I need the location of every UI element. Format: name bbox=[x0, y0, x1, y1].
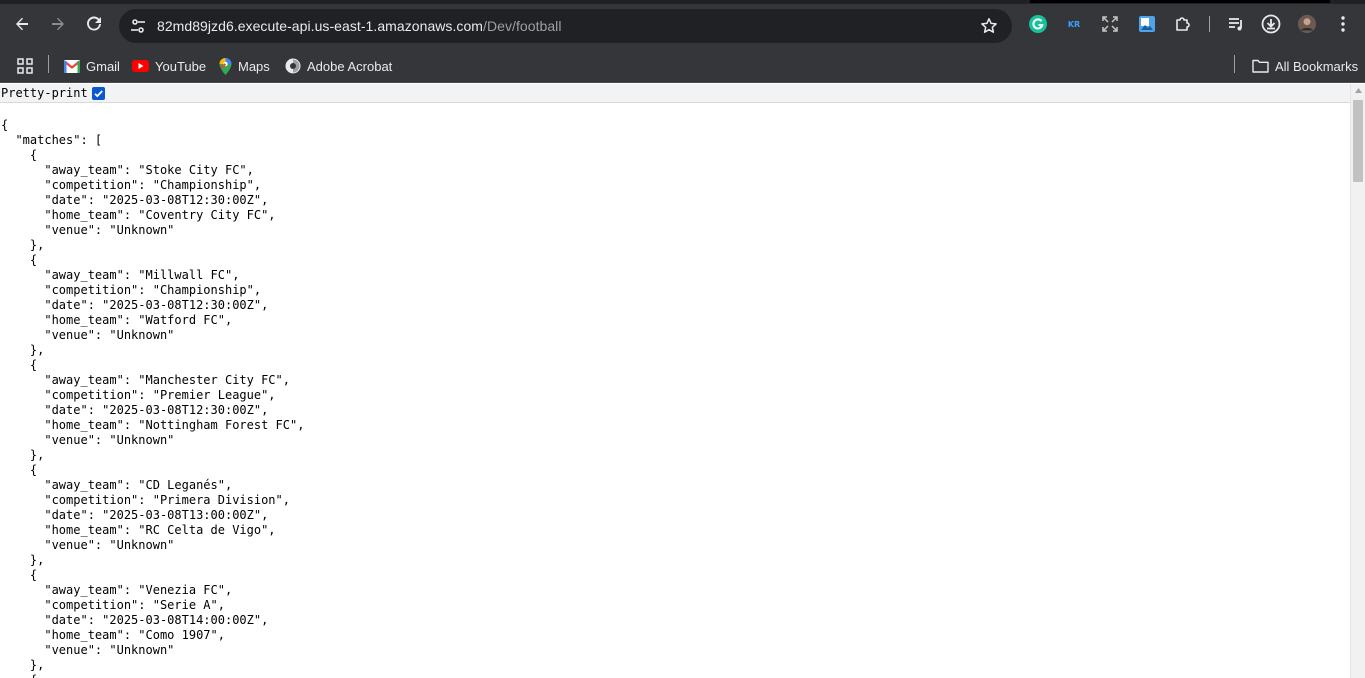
url-path: /Dev/football bbox=[483, 18, 562, 34]
pretty-print-bar: Pretty-print bbox=[0, 84, 1350, 103]
json-line: { bbox=[1, 118, 9, 132]
vertical-scrollbar[interactable] bbox=[1350, 84, 1365, 678]
pretty-print-checkbox[interactable] bbox=[91, 86, 105, 100]
all-bookmarks-label: All Bookmarks bbox=[1275, 58, 1359, 74]
json-line: "competition": "Primera Division", bbox=[1, 493, 290, 507]
grammarly-icon[interactable] bbox=[1028, 14, 1048, 34]
json-line: "away_team": "Millwall FC", bbox=[1, 268, 240, 282]
pretty-print-label: Pretty-print bbox=[1, 86, 88, 100]
youtube-icon bbox=[132, 60, 149, 72]
bookmark-label: YouTube bbox=[155, 58, 207, 74]
json-line: "venue": "Unknown" bbox=[1, 538, 175, 552]
puzzle-icon[interactable] bbox=[1173, 14, 1193, 34]
adobe-acrobat-icon bbox=[285, 58, 301, 74]
bookmarks-divider bbox=[48, 55, 49, 73]
apps-button[interactable] bbox=[16, 55, 34, 77]
json-line: }, bbox=[1, 238, 45, 252]
scroll-up-arrow-icon[interactable] bbox=[1355, 88, 1362, 93]
json-line: "home_team": "Coventry City FC", bbox=[1, 208, 276, 222]
bookmark-youtube[interactable]: YouTube bbox=[132, 55, 206, 77]
page-content: Pretty-print { "matches": [ { "away_team… bbox=[0, 84, 1350, 678]
json-line: }, bbox=[1, 448, 45, 462]
json-line: }, bbox=[1, 658, 45, 672]
bookmarks-divider-right bbox=[1234, 55, 1235, 73]
json-line: "venue": "Unknown" bbox=[1, 223, 175, 237]
apps-grid-icon bbox=[17, 58, 33, 74]
json-line: "venue": "Unknown" bbox=[1, 328, 175, 342]
json-line: { bbox=[1, 148, 38, 162]
json-line: { bbox=[1, 463, 38, 477]
json-line: }, bbox=[1, 343, 45, 357]
json-line: "away_team": "Manchester City FC", bbox=[1, 373, 290, 387]
json-line: "competition": "Championship", bbox=[1, 283, 262, 297]
reload-icon bbox=[87, 16, 101, 31]
folder-icon bbox=[1252, 59, 1269, 73]
arrow-left-icon bbox=[16, 17, 28, 31]
star-icon[interactable] bbox=[980, 17, 998, 40]
json-line: "competition": "Premier League", bbox=[1, 388, 276, 402]
arrow-right-icon bbox=[52, 17, 64, 31]
bookmark-label: Adobe Acrobat bbox=[307, 58, 393, 74]
kr-icon[interactable]: KR bbox=[1064, 14, 1084, 34]
back-button[interactable] bbox=[8, 10, 36, 38]
json-line: "home_team": "Nottingham Forest FC", bbox=[1, 418, 305, 432]
json-line: { bbox=[1, 358, 38, 372]
bookmark-adobe-acrobat[interactable]: Adobe Acrobat bbox=[285, 55, 392, 77]
bookmark-label: Gmail bbox=[86, 58, 120, 74]
bookmark-gmail[interactable]: Gmail bbox=[64, 55, 120, 77]
json-line: "date": "2025-03-08T12:30:00Z", bbox=[1, 298, 269, 312]
json-line: "competition": "Championship", bbox=[1, 178, 262, 192]
url-text[interactable]: 82md89jzd6.execute-api.us-east-1.amazona… bbox=[157, 18, 562, 34]
json-line: }, bbox=[1, 553, 45, 567]
toolbar-top-strip bbox=[0, 0, 1365, 4]
toolbar-divider bbox=[1209, 16, 1210, 32]
image-extension-icon[interactable] bbox=[1137, 14, 1157, 34]
browser-toolbar: 82md89jzd6.execute-api.us-east-1.amazona… bbox=[0, 0, 1365, 48]
json-line: { bbox=[1, 568, 38, 582]
bookmarks-bar: Gmail YouTube Maps Adobe Acrobat All Boo… bbox=[0, 48, 1365, 83]
json-line: "home_team": "Watford FC", bbox=[1, 313, 233, 327]
scrollbar-thumb[interactable] bbox=[1353, 100, 1363, 182]
forward-button[interactable] bbox=[44, 10, 72, 38]
reload-button[interactable] bbox=[80, 10, 108, 38]
all-bookmarks-button[interactable]: All Bookmarks bbox=[1252, 55, 1358, 77]
tune-icon[interactable] bbox=[129, 17, 147, 40]
checkmark-icon bbox=[94, 89, 103, 97]
avatar[interactable] bbox=[1297, 14, 1317, 34]
json-viewer: { "matches": [ { "away_team": "Stoke Cit… bbox=[1, 118, 304, 678]
active-tab-strip bbox=[1030, 0, 1330, 3]
bookmark-label: Maps bbox=[238, 58, 270, 74]
json-line: "away_team": "Stoke City FC", bbox=[1, 163, 254, 177]
json-line: "date": "2025-03-08T12:30:00Z", bbox=[1, 193, 269, 207]
json-line: "away_team": "Venezia FC", bbox=[1, 583, 233, 597]
json-line: "home_team": "Como 1907", bbox=[1, 628, 225, 642]
maps-icon bbox=[219, 57, 232, 75]
bookmark-maps[interactable]: Maps bbox=[219, 55, 270, 77]
gmail-icon bbox=[64, 59, 80, 73]
json-line: "matches": [ bbox=[1, 133, 103, 147]
json-line: { bbox=[1, 673, 304, 678]
json-line: "away_team": "CD Leganés", bbox=[1, 478, 233, 492]
url-host: 82md89jzd6.execute-api.us-east-1.amazona… bbox=[157, 18, 484, 34]
fullscreen-icon[interactable] bbox=[1100, 14, 1120, 34]
download-icon[interactable] bbox=[1261, 14, 1281, 34]
json-line: "date": "2025-03-08T14:00:00Z", bbox=[1, 613, 269, 627]
json-line: "date": "2025-03-08T12:30:00Z", bbox=[1, 403, 269, 417]
json-line: "venue": "Unknown" bbox=[1, 643, 175, 657]
json-line: "venue": "Unknown" bbox=[1, 433, 175, 447]
playlist-icon[interactable] bbox=[1226, 14, 1246, 34]
json-line: { bbox=[1, 253, 38, 267]
kr-label: KR bbox=[1067, 19, 1081, 29]
kebab-menu-icon[interactable] bbox=[1333, 14, 1353, 34]
json-line: "date": "2025-03-08T13:00:00Z", bbox=[1, 508, 269, 522]
json-line: "competition": "Serie A", bbox=[1, 598, 225, 612]
address-bar[interactable]: 82md89jzd6.execute-api.us-east-1.amazona… bbox=[119, 9, 1012, 43]
json-line: "home_team": "RC Celta de Vigo", bbox=[1, 523, 276, 537]
